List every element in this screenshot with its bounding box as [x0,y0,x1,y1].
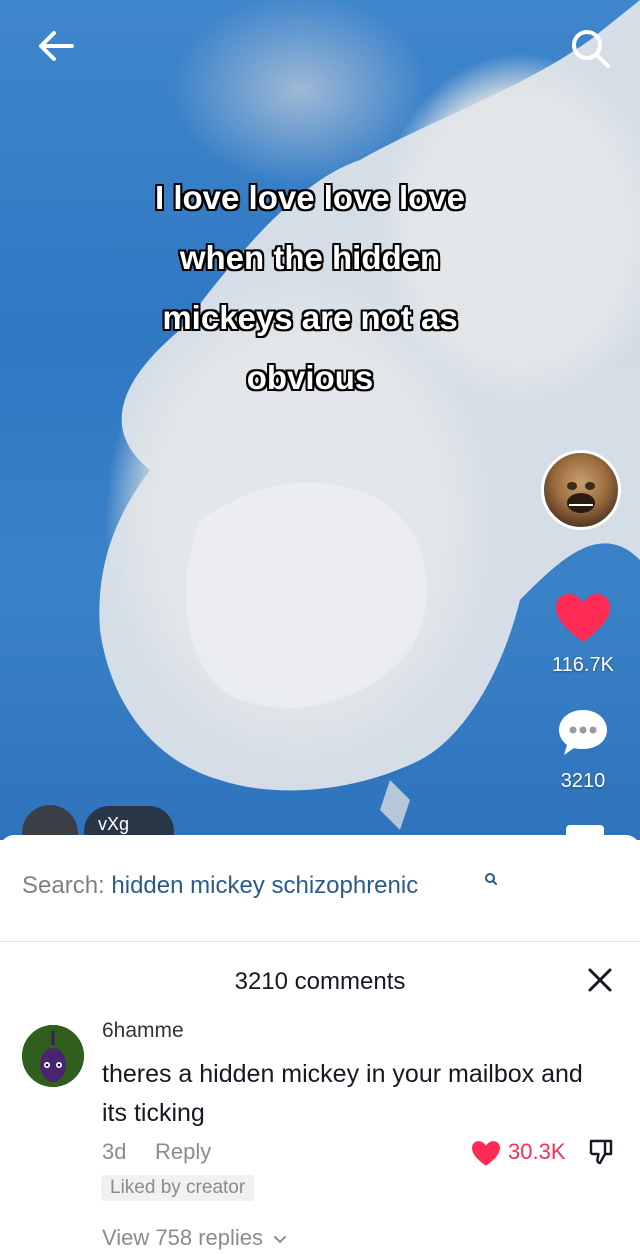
search-icon[interactable] [566,24,614,72]
comment-heart-icon[interactable] [470,1138,502,1168]
search-prefix: Search: [22,872,112,899]
video-player[interactable]: I love love love love when the hidden mi… [0,0,640,840]
comments-title: 3210 comments [234,968,406,995]
caption-line: when the hidden [179,239,441,276]
video-caption: I love love love love when the hidden mi… [100,168,520,408]
back-arrow-icon[interactable] [30,24,82,68]
dislike-icon[interactable] [586,1136,616,1168]
search-suggestion[interactable]: Search: hidden mickey schizophrenic [22,872,418,900]
comment-count: 3210 [560,770,606,792]
caption-line: mickeys are not as [162,299,458,336]
commenter-avatar[interactable] [22,1025,84,1087]
close-icon[interactable] [584,964,616,996]
view-replies-link[interactable]: View 758 replies [102,1225,287,1251]
comment-age: 3d [102,1139,127,1164]
search-term[interactable]: hidden mickey schizophrenic [111,872,418,899]
liked-by-creator-badge: Liked by creator [101,1175,255,1201]
comment-like-count: 30.3K [508,1139,566,1164]
video-frame-texture [99,0,640,830]
caption-line: I love love love love [155,179,465,216]
like-count: 116.7K [552,654,614,676]
search-term-icon [485,873,497,885]
heart-icon[interactable] [553,590,613,646]
caption-line: obvious [246,359,374,396]
comment-username[interactable]: 6hamme [102,1019,184,1043]
view-replies-label: View 758 replies [102,1225,264,1250]
partial-pill-text: vXg [98,814,130,834]
comment-bubble-icon[interactable] [555,706,611,758]
chevron-down-icon [274,1236,287,1244]
creator-avatar[interactable] [541,450,621,530]
comment-text: theres a hidden mickey in your mailbox a… [102,1060,583,1127]
reply-button[interactable]: Reply [155,1139,211,1165]
divider [0,941,640,942]
